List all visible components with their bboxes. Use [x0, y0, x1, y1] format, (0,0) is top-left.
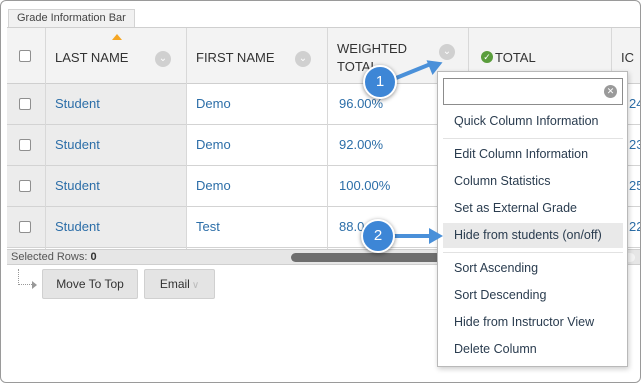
- cell-weighted-total[interactable]: 92.00%: [339, 137, 383, 153]
- menu-item-hide-from-instructor-view[interactable]: Hide from Instructor View: [443, 310, 623, 335]
- row-checkbox[interactable]: [19, 98, 31, 110]
- move-to-top-label: Move To Top: [56, 277, 124, 291]
- row-checkbox[interactable]: [19, 139, 31, 151]
- menu-item-delete-column[interactable]: Delete Column: [443, 337, 623, 362]
- selected-rows-count: 0: [90, 251, 97, 263]
- grade-information-bar[interactable]: Grade Information Bar: [8, 9, 135, 27]
- horizontal-scrollbar-thumb[interactable]: [291, 253, 441, 262]
- selected-rows-status: Selected Rows: 0: [11, 250, 97, 265]
- cell-last-name[interactable]: Student: [55, 96, 100, 112]
- row-checkbox[interactable]: [19, 180, 31, 192]
- menu-item-edit-column-information[interactable]: Edit Column Information: [443, 142, 623, 167]
- cell-first-name[interactable]: Demo: [196, 137, 231, 153]
- selection-branch-connector: [18, 269, 32, 285]
- cell-weighted-total[interactable]: 100.00%: [339, 178, 390, 194]
- step-1-callout: 1: [363, 65, 397, 99]
- cell-first-name[interactable]: Test: [196, 219, 220, 235]
- cell-first-name[interactable]: Demo: [196, 96, 231, 112]
- menu-item-column-statistics[interactable]: Column Statistics: [443, 169, 623, 194]
- menu-item-sort-ascending[interactable]: Sort Ascending: [443, 256, 623, 281]
- chevron-down-icon[interactable]: ⌄: [439, 44, 455, 60]
- menu-search-field[interactable]: ✕: [443, 78, 623, 105]
- select-all-checkbox[interactable]: [19, 50, 31, 62]
- cell-truncated[interactable]: 22: [629, 219, 640, 235]
- move-to-top-button[interactable]: Move To Top: [42, 269, 138, 299]
- column-header-truncated[interactable]: IC: [621, 49, 634, 66]
- cell-last-name[interactable]: Student: [55, 137, 100, 153]
- menu-divider: [443, 138, 623, 139]
- branch-arrow-icon: [32, 281, 37, 289]
- clear-icon[interactable]: ✕: [604, 85, 617, 98]
- cell-truncated[interactable]: 23: [629, 137, 640, 153]
- email-button[interactable]: Email ∨: [144, 269, 215, 299]
- callout-arrow-2: [393, 234, 431, 238]
- menu-item-quick-column-information[interactable]: Quick Column Information: [443, 109, 623, 134]
- column-header-weighted-total-line1[interactable]: WEIGHTED: [337, 40, 407, 57]
- sort-ascending-icon: [112, 34, 122, 40]
- double-chevron-down-icon: ∨: [191, 280, 200, 291]
- chevron-down-icon[interactable]: ⌄: [295, 51, 311, 67]
- chevron-down-icon[interactable]: ⌄: [155, 51, 171, 67]
- column-header-total[interactable]: TOTAL: [495, 49, 536, 66]
- menu-item-set-as-external-grade[interactable]: Set as External Grade: [443, 196, 623, 221]
- column-header-first-name[interactable]: FIRST NAME: [196, 49, 275, 66]
- cell-truncated[interactable]: 24: [629, 96, 640, 112]
- cell-first-name[interactable]: Demo: [196, 178, 231, 194]
- callout-arrowhead-2: [429, 228, 443, 244]
- cell-truncated[interactable]: 25: [629, 178, 640, 194]
- row-checkbox[interactable]: [19, 221, 31, 233]
- column-header-last-name[interactable]: LAST NAME: [55, 49, 128, 66]
- selected-rows-label: Selected Rows:: [11, 251, 88, 263]
- menu-item-sort-descending[interactable]: Sort Descending: [443, 283, 623, 308]
- step-2-callout: 2: [361, 219, 395, 253]
- cell-last-name[interactable]: Student: [55, 178, 100, 194]
- email-label: Email: [159, 277, 190, 291]
- check-circle-icon: ✓: [481, 51, 493, 63]
- menu-item-hide-from-students[interactable]: Hide from students (on/off): [443, 223, 623, 248]
- cell-last-name[interactable]: Student: [55, 219, 100, 235]
- menu-search-input[interactable]: [448, 79, 598, 104]
- grade-center-panel: Grade Information Bar LAST NAME ⌄ FIRST …: [0, 0, 641, 383]
- column-context-menu: ✕ Quick Column Information Edit Column I…: [437, 71, 628, 367]
- menu-divider: [443, 252, 623, 253]
